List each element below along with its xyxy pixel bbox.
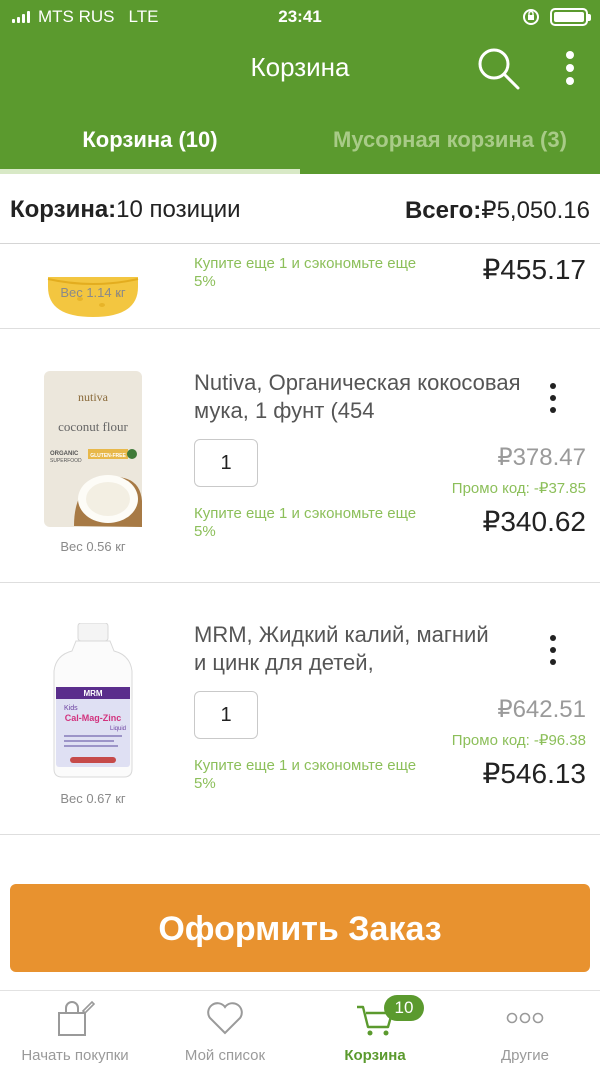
nav-label: Корзина <box>344 1047 406 1064</box>
product-name[interactable]: MRM, Жидкий калий, магний и цинк для дет… <box>194 621 504 677</box>
nav-label: Начать покупки <box>21 1047 129 1064</box>
product-weight: Вес 0.67 кг <box>60 791 126 806</box>
cart-items-list[interactable]: Вес 1.14 кг Купите еще 1 и сэкономьте ещ… <box>0 245 600 865</box>
cart-total-label: Всего: <box>404 197 482 224</box>
more-vertical-icon[interactable] <box>556 48 584 88</box>
package-line2: SUPERFOOD <box>50 458 82 464</box>
item-price: ₽340.62 <box>482 506 586 537</box>
item-menu-icon[interactable] <box>540 635 566 675</box>
cart-item[interactable]: nutiva coconut flour ORGANIC SUPERFOOD G… <box>0 331 600 583</box>
checkout-button[interactable]: Оформить Заказ <box>10 884 590 972</box>
nav-cart[interactable]: 10 Корзина <box>300 991 450 1066</box>
cart-count-badge: 10 <box>384 995 424 1021</box>
package-product: coconut flour <box>58 419 128 434</box>
item-menu-icon[interactable] <box>540 383 566 423</box>
volume-deal: Купите еще 1 и сэкономьте еще 5% <box>194 505 417 540</box>
product-name[interactable]: Nutiva, Органическая кокосовая мука, 1 ф… <box>194 369 524 425</box>
cart-item[interactable]: Вес 1.14 кг Купите еще 1 и сэкономьте ещ… <box>0 245 600 329</box>
cart-count-value: 10 позиции <box>116 196 241 223</box>
nav-label: Мой список <box>184 1047 266 1064</box>
tab-trash[interactable]: Мусорная корзина (3) <box>300 102 600 174</box>
tab-cart[interactable]: Корзина (10) <box>0 102 300 174</box>
product-image: nutiva coconut flour ORGANIC SUPERFOOD G… <box>44 371 142 527</box>
item-price: ₽455.17 <box>482 254 586 285</box>
promo-discount: Промо код: -₽96.38 <box>451 732 586 749</box>
quantity-input[interactable]: 1 <box>194 691 258 739</box>
cart-tabs: Корзина (10) Мусорная корзина (3) <box>0 102 600 174</box>
cart-count-label: Корзина: <box>10 196 117 223</box>
volume-deal: Купите еще 1 и сэкономьте еще 5% <box>194 757 417 792</box>
app-bar: Корзина <box>0 36 600 102</box>
original-price: ₽642.51 <box>497 696 586 723</box>
cart-summary: Корзина:10 позиции Всего:₽5,050.16 <box>0 174 600 244</box>
cart-item[interactable]: MRM Kids Cal-Mag-Zinc Liquid Вес 0.67 кг… <box>0 583 600 835</box>
status-bar: MTS RUS LTE 23:41 <box>0 0 600 36</box>
nav-other[interactable]: Другие <box>450 991 600 1066</box>
quantity-input[interactable]: 1 <box>194 439 258 487</box>
product-weight: Вес 0.56 кг <box>60 539 126 554</box>
label-product: Cal-Mag-Zinc <box>65 713 122 723</box>
label-kids: Kids <box>64 705 78 712</box>
search-icon[interactable] <box>476 46 522 92</box>
nav-start-shopping[interactable]: Начать покупки <box>0 991 150 1066</box>
cart-total-value: ₽5,050.16 <box>481 197 590 224</box>
clock: 23:41 <box>278 7 322 26</box>
promo-discount: Промо код: -₽37.85 <box>451 480 586 497</box>
product-weight: Вес 1.14 кг <box>60 285 126 300</box>
battery-icon <box>550 8 591 26</box>
label-brand: MRM <box>83 689 102 698</box>
label-form: Liquid <box>110 726 126 732</box>
heart-icon <box>207 1002 243 1035</box>
nav-label: Другие <box>500 1047 550 1064</box>
bottom-nav: Начать покупки Мой список 10 Корзина Дру… <box>0 990 600 1066</box>
package-brand: nutiva <box>78 390 109 404</box>
product-image: MRM Kids Cal-Mag-Zinc Liquid <box>53 623 133 778</box>
shopping-bag-icon <box>58 1000 95 1036</box>
package-tag: GLUTEN-FREE <box>90 453 126 459</box>
volume-deal: Купите еще 1 и сэкономьте еще 5% <box>194 255 417 290</box>
package-line1: ORGANIC <box>50 451 79 457</box>
nav-my-list[interactable]: Мой список <box>150 991 300 1066</box>
more-dots-icon <box>506 1012 544 1024</box>
original-price: ₽378.47 <box>497 444 586 471</box>
cart-total: Всего:₽5,050.16 <box>405 196 590 225</box>
item-price: ₽546.13 <box>482 758 586 789</box>
rotation-lock-icon <box>523 9 539 25</box>
cart-count: Корзина:10 позиции <box>10 196 241 224</box>
product-image <box>47 277 139 317</box>
